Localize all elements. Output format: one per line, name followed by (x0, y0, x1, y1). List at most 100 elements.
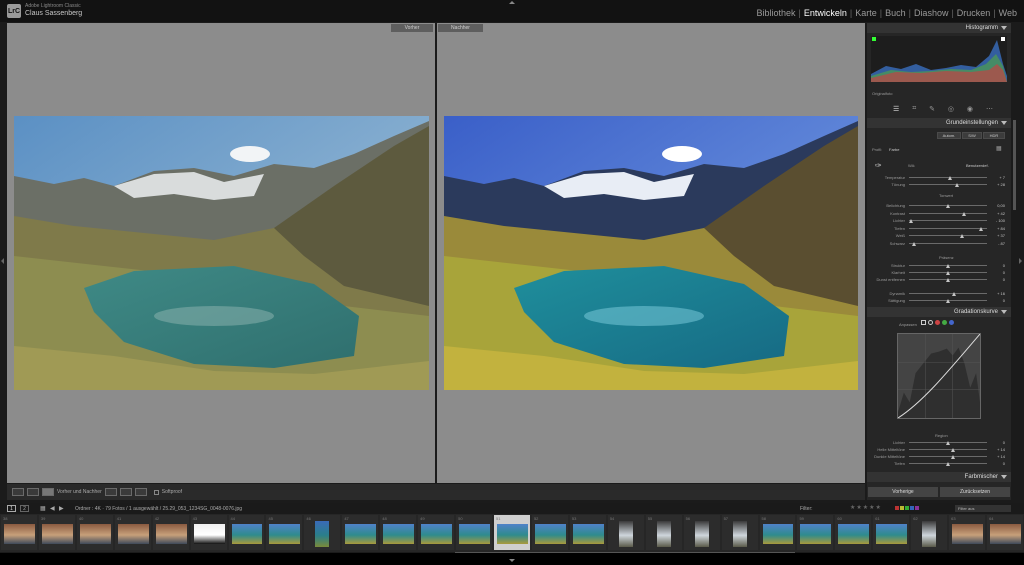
loupe-view-button[interactable] (12, 488, 24, 496)
treatment-bw-button[interactable]: S/W (962, 132, 982, 139)
forward-arrow-icon[interactable]: ▶ (59, 505, 64, 512)
histogram[interactable] (871, 36, 1007, 82)
treatment-auto-button[interactable]: Autom. (937, 132, 961, 139)
slider-track[interactable] (909, 220, 987, 221)
wb-dropdown[interactable]: Benutzerdef. (966, 163, 989, 168)
slider-track[interactable] (909, 235, 987, 236)
module-entwickeln[interactable]: Entwickeln (803, 8, 848, 18)
previous-button[interactable]: Vorherige (868, 487, 938, 497)
left-panel-toggle-icon[interactable] (1, 258, 4, 264)
basic-panel-header[interactable]: Grundeinstellungen (867, 118, 1011, 128)
filmstrip-thumbnail[interactable]: 53 (569, 515, 606, 550)
top-panel-toggle-icon[interactable] (509, 1, 515, 4)
before-after-mode-button[interactable] (42, 488, 54, 496)
slider-track[interactable] (909, 456, 987, 457)
photo-after[interactable] (444, 116, 858, 390)
filmstrip-thumbnail[interactable]: 64 (987, 515, 1023, 550)
red-channel-icon[interactable] (935, 320, 940, 325)
filmstrip-thumbnail[interactable]: 41 (114, 515, 151, 550)
slider-value[interactable]: 0,00 (989, 203, 1005, 208)
filmstrip-source[interactable]: Ordner : 4K · 79 Fotos / 1 ausgewählt / … (75, 506, 242, 512)
slider-handle[interactable] (946, 271, 950, 275)
filmstrip-thumbnail[interactable]: 48 (380, 515, 417, 550)
slider-value[interactable]: + 14 (989, 454, 1005, 459)
slider-track[interactable] (909, 212, 987, 214)
green-channel-icon[interactable] (942, 320, 947, 325)
panel-scrollbar[interactable] (1013, 120, 1016, 210)
shadow-clipping-icon[interactable] (872, 37, 876, 41)
slider-value[interactable]: - 100 (989, 218, 1005, 223)
slider-handle[interactable] (947, 176, 952, 180)
slider-value[interactable]: + 7 (989, 175, 1005, 180)
slider-handle[interactable] (946, 462, 950, 466)
slider-handle[interactable] (952, 292, 957, 296)
slider-handle[interactable] (946, 441, 950, 445)
module-drucken[interactable]: Drucken (956, 8, 992, 18)
slider-handle[interactable] (908, 219, 913, 223)
photo-before[interactable] (14, 116, 429, 390)
slider-handle[interactable] (946, 299, 950, 303)
filmstrip-thumbnail[interactable]: 43 (190, 515, 227, 550)
filmstrip-thumbnail[interactable]: 52 (531, 515, 568, 550)
reset-button[interactable]: Zurücksetzen (940, 487, 1010, 497)
softproof-checkbox[interactable] (153, 489, 159, 495)
blue-channel-icon[interactable] (949, 320, 954, 325)
mask-tool-icon[interactable]: ◉ (967, 105, 973, 113)
filmstrip-thumbnail[interactable]: 46 (304, 515, 341, 550)
slider-track[interactable] (909, 293, 987, 294)
crop-tool-icon[interactable]: ⌗ (912, 105, 916, 113)
slider-handle[interactable] (960, 234, 965, 238)
slider-value[interactable]: 0 (989, 277, 1005, 282)
module-diashow[interactable]: Diashow (913, 8, 950, 18)
filmstrip-thumbnail[interactable]: 54 (607, 515, 644, 550)
parametric-curve-icon[interactable] (921, 320, 926, 325)
slider-handle[interactable] (961, 211, 966, 216)
slider-track[interactable] (909, 449, 987, 450)
back-arrow-icon[interactable]: ◀ (50, 505, 55, 512)
more-tool-icon[interactable]: ⋯ (986, 105, 993, 113)
module-karte[interactable]: Karte (854, 8, 878, 18)
slider-track[interactable] (909, 242, 987, 244)
filmstrip-thumbnail[interactable]: 58 (759, 515, 796, 550)
slider-value[interactable]: + 16 (989, 291, 1005, 296)
filmstrip-thumbnail[interactable]: 59 (797, 515, 834, 550)
module-web[interactable]: Web (998, 8, 1018, 18)
slider-handle[interactable] (955, 183, 960, 187)
grid-icon[interactable]: ▦ (40, 505, 46, 512)
slider-value[interactable]: + 42 (989, 211, 1005, 216)
filmstrip-thumbnail[interactable]: 50 (456, 515, 493, 550)
filmstrip-thumbnail[interactable]: 44 (228, 515, 265, 550)
star-filter[interactable]: ★★★★★ (850, 504, 882, 511)
filmstrip-thumbnail[interactable]: 47 (342, 515, 379, 550)
filmstrip-thumbnail[interactable]: 51 (494, 515, 530, 550)
filmstrip-thumbnail[interactable]: 61 (873, 515, 910, 550)
color-mixer-header[interactable]: Farbmischer (867, 472, 1011, 482)
redeye-tool-icon[interactable]: ◎ (948, 105, 954, 113)
slider-handle[interactable] (978, 226, 983, 231)
filmstrip-thumbnail[interactable]: 62 (911, 515, 948, 550)
slider-value[interactable]: + 14 (989, 447, 1005, 452)
filmstrip-thumbnail[interactable]: 45 (266, 515, 303, 550)
copy-after-to-before-button[interactable] (119, 488, 132, 496)
slider-handle[interactable] (951, 448, 956, 452)
slider-value[interactable]: 0 (989, 270, 1005, 275)
tone-curve-graph[interactable] (897, 333, 981, 419)
filter-dropdown[interactable]: Filter aus (955, 505, 1011, 512)
color-label-filter[interactable] (895, 506, 919, 510)
module-bibliothek[interactable]: Bibliothek (755, 8, 796, 18)
slider-value[interactable]: + 37 (989, 233, 1005, 238)
filmstrip-thumbnail[interactable]: 57 (721, 515, 758, 550)
slider-track[interactable] (909, 227, 987, 229)
slider-value[interactable]: 0 (989, 263, 1005, 268)
profile-dropdown[interactable]: Farbe (889, 147, 899, 152)
point-curve-icon[interactable] (928, 320, 933, 325)
slider-value[interactable]: 0 (989, 440, 1005, 445)
swap-before-after-button[interactable] (134, 488, 147, 496)
heal-tool-icon[interactable]: ✎ (929, 105, 935, 113)
filmstrip-thumbnail[interactable]: 55 (645, 515, 682, 550)
highlight-clipping-icon[interactable] (1001, 37, 1005, 41)
secondary-window-button[interactable]: 2 (20, 505, 29, 512)
primary-window-button[interactable]: 1 (7, 505, 16, 512)
slider-handle[interactable] (946, 264, 950, 268)
profile-browser-icon[interactable]: ▦ (996, 145, 1002, 152)
